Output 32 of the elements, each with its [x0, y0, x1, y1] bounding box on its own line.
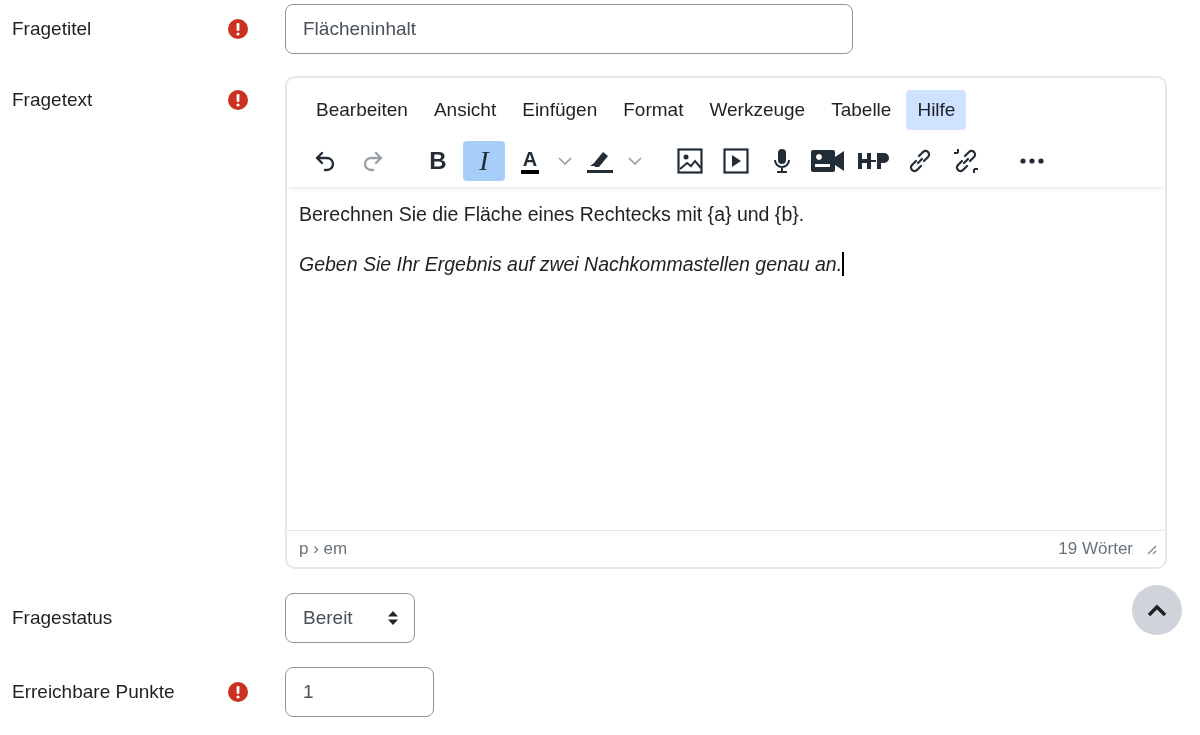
editor-paragraph: Geben Sie Ihr Ergebnis auf zwei Nachkommastellen genau an. — [299, 252, 845, 276]
image-icon — [677, 148, 703, 174]
status-select[interactable]: Bereit — [285, 593, 415, 643]
scroll-to-top-button[interactable] — [1132, 585, 1182, 635]
title-input[interactable]: Flächeninhalt — [285, 4, 853, 54]
resize-handle-icon[interactable] — [1145, 543, 1157, 555]
ellipsis-icon — [1020, 158, 1044, 164]
video-camera-icon — [811, 149, 845, 173]
menu-item[interactable]: Einfügen — [511, 90, 609, 130]
broken-link-icon — [952, 147, 980, 175]
field-label: Erreichbare Punkte — [12, 680, 176, 704]
italic-button[interactable]: I — [463, 141, 505, 181]
field-label: Fragestatus — [12, 606, 114, 630]
points-input[interactable]: 1 — [285, 667, 434, 717]
chevron-up-icon — [1147, 603, 1167, 617]
bold-button[interactable]: B — [417, 141, 459, 181]
menu-item[interactable]: Ansicht — [422, 90, 508, 130]
microphone-icon — [773, 148, 791, 174]
play-icon — [723, 148, 749, 174]
menu-item[interactable]: Format — [612, 90, 695, 130]
sort-caret-icon — [388, 611, 398, 625]
field-label: Fragetext — [12, 88, 94, 112]
menu-item[interactable]: Hilfe — [906, 90, 967, 130]
field-label: Fragetitel — [12, 17, 93, 41]
menu-item[interactable]: Bearbeiten — [305, 90, 419, 130]
editor-paragraph: Berechnen Sie die Fläche eines Rechtecks mit {a} und {b}. — [299, 203, 806, 226]
word-count: 19 Wörter — [1058, 539, 1133, 559]
logo-icon — [857, 151, 891, 171]
element-path: p › em — [299, 539, 348, 559]
text-color-button[interactable]: A — [509, 141, 551, 181]
menu-item[interactable]: Tabelle — [820, 90, 903, 130]
menu-item[interactable]: Werkzeuge — [698, 90, 817, 130]
